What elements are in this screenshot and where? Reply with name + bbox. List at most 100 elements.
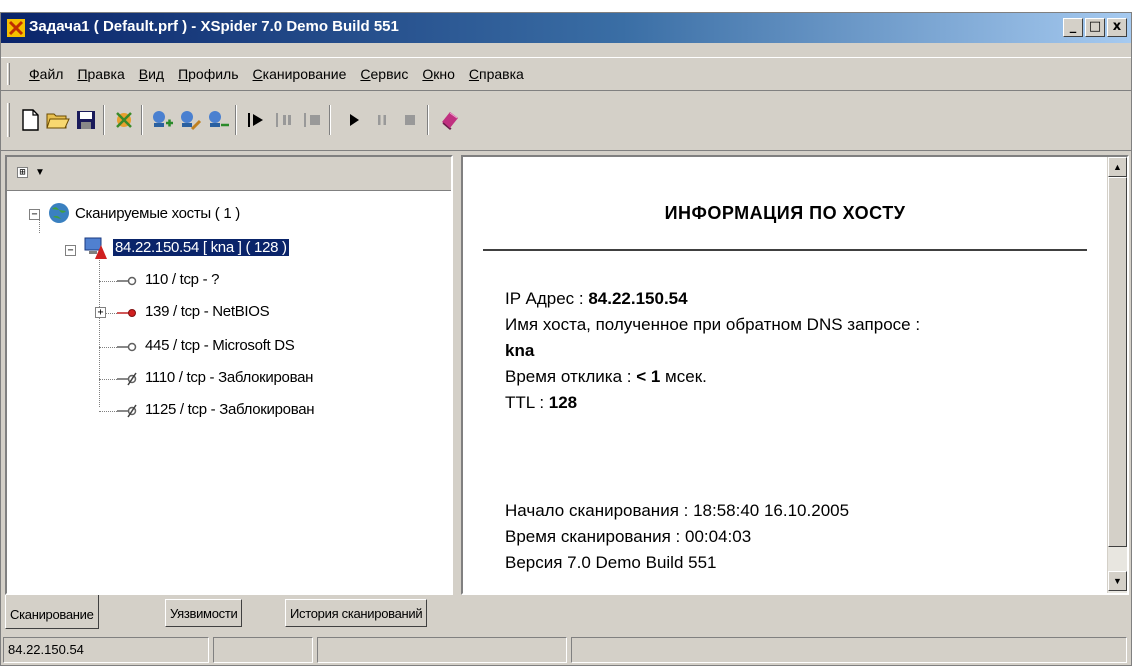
menu-view[interactable]: Вид: [137, 66, 166, 82]
reverse-dns-row: kna: [505, 341, 534, 361]
tree-port-item[interactable]: 139 / tcp - NetBIOS: [145, 303, 270, 320]
toolbar: [1, 93, 1131, 151]
tree-connector: [99, 255, 100, 407]
play-button[interactable]: [341, 107, 367, 133]
open-icon: [46, 113, 70, 129]
tree-port-item[interactable]: 445 / tcp - Microsoft DS: [145, 337, 295, 354]
tab-vulnerabilities[interactable]: Уязвимости: [165, 599, 243, 627]
profile-button[interactable]: [111, 107, 137, 133]
toolbar-grip[interactable]: [7, 103, 10, 137]
background-strip: [0, 0, 1132, 12]
menu-help[interactable]: Справка: [467, 66, 526, 82]
stop-button[interactable]: [397, 107, 423, 133]
toolbar-separator: [235, 105, 237, 135]
status-panel: [317, 637, 567, 663]
tree-host-label[interactable]: 84.22.150.54 [ kna ] ( 128 ): [113, 239, 289, 256]
tree-root-label[interactable]: Сканируемые хосты ( 1 ): [75, 205, 240, 222]
profile-icon: [116, 112, 132, 128]
chevron-down-icon[interactable]: ▼: [35, 167, 45, 178]
edit-host-button[interactable]: [177, 107, 203, 133]
stop-scan-button[interactable]: [299, 107, 325, 133]
remove-host-icon: [209, 111, 229, 127]
scan-start-row: Начало сканирования : 18:58:40 16.10.200…: [505, 501, 849, 521]
tree-port-item[interactable]: 1110 / tcp - Заблокирован: [145, 369, 313, 386]
ttl-value: 128: [548, 393, 578, 412]
computer-host-icon: [84, 237, 107, 259]
scroll-up-button[interactable]: ▲: [1108, 157, 1127, 177]
tree-connector: [105, 313, 117, 314]
maximize-button[interactable]: □: [1085, 18, 1105, 37]
status-bar: 84.22.150.54: [1, 633, 1131, 665]
new-button[interactable]: [17, 107, 43, 133]
bottom-tabs: Сканирование Уязвимости История сканиров…: [1, 595, 1131, 631]
port-open-icon: [117, 342, 137, 352]
menu-edit[interactable]: Правка: [75, 66, 126, 82]
ip-address-row: IP Адрес : 84.22.150.54: [505, 289, 688, 309]
scan-time-value: 00:04:03: [684, 527, 752, 546]
add-host-button[interactable]: [149, 107, 175, 133]
ttl-row: TTL : 128: [505, 393, 577, 413]
toolbar-separator: [329, 105, 331, 135]
stop-scan-icon: [304, 113, 320, 127]
tree-port-item[interactable]: 110 / tcp - ?: [145, 271, 220, 288]
toolbar-separator: [141, 105, 143, 135]
tree-connector: [99, 379, 117, 380]
response-time-row: Время отклика : < 1 мсек.: [505, 367, 707, 387]
expand-all-button[interactable]: ⊞: [17, 167, 28, 178]
tab-scanning[interactable]: Сканирование: [5, 595, 99, 629]
close-button[interactable]: x: [1107, 18, 1127, 37]
minimize-button[interactable]: _: [1063, 18, 1083, 37]
menu-service[interactable]: Сервис: [358, 66, 410, 82]
save-icon: [77, 111, 95, 129]
play-icon: [350, 114, 359, 126]
port-open-icon: [117, 276, 137, 286]
scan-time-label: Время сканирования :: [505, 527, 685, 546]
app-window: Задача1 ( Default.prf ) - XSpider 7.0 De…: [0, 12, 1132, 666]
collapse-root-button[interactable]: −: [29, 209, 40, 220]
tree-connector: [99, 411, 117, 412]
version-row: Версия 7.0 Demo Build 551: [505, 553, 717, 572]
new-icon: [22, 109, 39, 131]
open-button[interactable]: [45, 107, 71, 133]
port-vulnerable-icon: [117, 309, 136, 317]
help-button[interactable]: [437, 107, 463, 133]
response-time-value: < 1: [636, 367, 661, 386]
collapse-host-button[interactable]: −: [65, 245, 76, 256]
pause-scan-button[interactable]: [271, 107, 297, 133]
expand-port-button[interactable]: +: [95, 307, 106, 318]
menu-window[interactable]: Окно: [420, 66, 457, 82]
toolbar-separator: [427, 105, 429, 135]
title-bar[interactable]: Задача1 ( Default.prf ) - XSpider 7.0 De…: [1, 13, 1131, 43]
tree-connector: [99, 281, 117, 282]
pause-button[interactable]: [369, 107, 395, 133]
tree-port-item[interactable]: 1125 / tcp - Заблокирован: [145, 401, 315, 418]
reverse-dns-value: kna: [505, 341, 535, 360]
toolbar-separator: [103, 105, 105, 135]
menu-profile[interactable]: Профиль: [176, 66, 240, 82]
stop-icon: [405, 115, 415, 125]
window-controls: _ □ x: [1063, 18, 1127, 37]
scroll-down-button[interactable]: ▼: [1108, 571, 1127, 591]
menu-file[interactable]: Файл: [27, 66, 65, 82]
step-button[interactable]: [243, 107, 269, 133]
port-blocked-icon: [117, 404, 137, 418]
ip-address-value: 84.22.150.54: [588, 289, 688, 308]
ip-address-label: IP Адрес :: [505, 289, 589, 308]
menu-bar: Файл Правка Вид Профиль Сканирование Сер…: [1, 57, 1131, 91]
response-time-unit: мсек.: [660, 367, 707, 386]
port-blocked-icon: [117, 372, 137, 386]
scrollbar-thumb[interactable]: [1108, 177, 1127, 547]
help-book-icon: [442, 112, 458, 131]
status-panel: [571, 637, 1127, 663]
xspider-app-icon: [7, 19, 25, 37]
remove-host-button[interactable]: [205, 107, 231, 133]
globe-icon: [49, 203, 69, 223]
hosts-tree-pane: ⊞ ▼ − Сканируемые хосты ( 1 ) − 84.22.15…: [5, 155, 453, 595]
scan-start-value: 18:58:40 16.10.2005: [693, 501, 850, 520]
menu-grip[interactable]: [7, 63, 10, 85]
tab-scan-history[interactable]: История сканирований: [285, 599, 428, 627]
vertical-scrollbar[interactable]: ▲ ▼: [1107, 157, 1127, 593]
save-button[interactable]: [73, 107, 99, 133]
window-title: Задача1 ( Default.prf ) - XSpider 7.0 De…: [29, 18, 399, 35]
menu-scan[interactable]: Сканирование: [251, 66, 349, 82]
